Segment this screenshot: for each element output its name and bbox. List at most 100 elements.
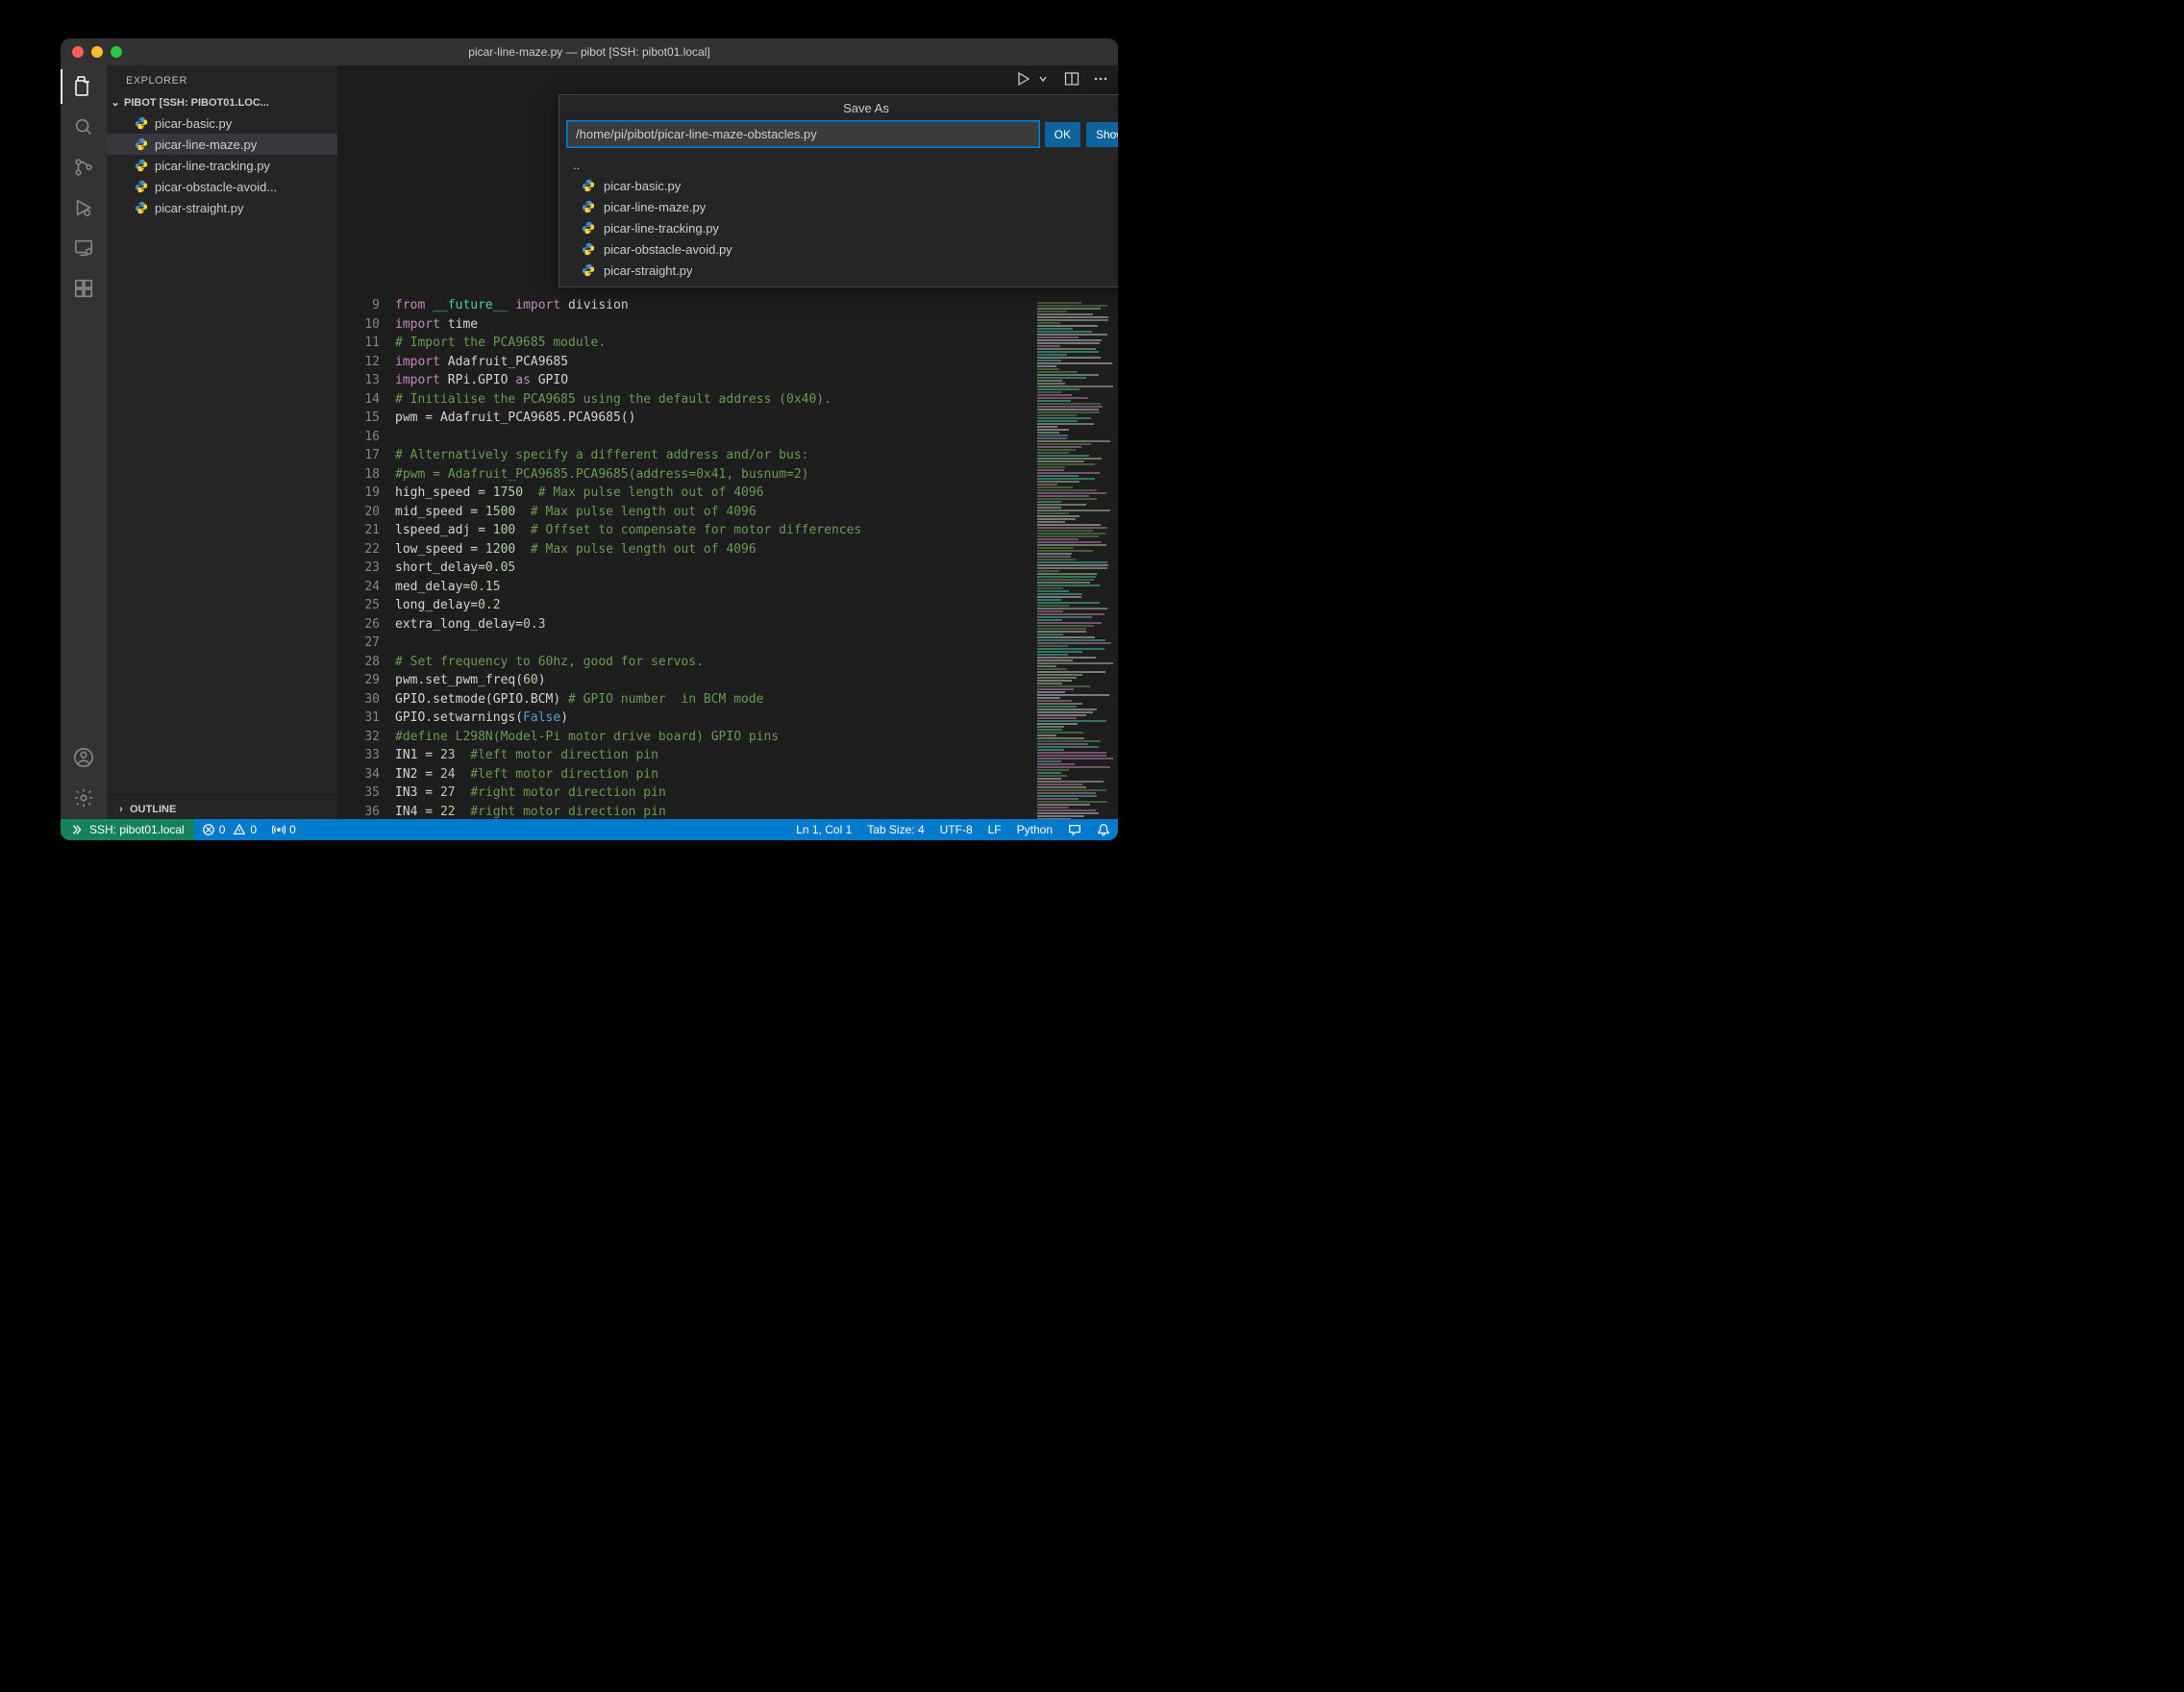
- feedback-icon[interactable]: [1060, 823, 1089, 836]
- file-list: picar-basic.py picar-line-maze.py picar-li…: [107, 112, 337, 218]
- python-file-icon: [134, 137, 149, 152]
- run-debug-icon[interactable]: [72, 196, 95, 219]
- language-mode[interactable]: Python: [1009, 823, 1060, 836]
- encoding[interactable]: UTF-8: [932, 823, 980, 836]
- save-as-dialog: Save As OK Show Local .. picar-basic.py p…: [558, 94, 1118, 287]
- minimize-window-button[interactable]: [91, 46, 103, 58]
- code-line: extra_long_delay=0.3: [395, 615, 1024, 634]
- save-as-show-local-button[interactable]: Show Local: [1086, 122, 1118, 147]
- error-icon: [202, 823, 215, 836]
- file-item[interactable]: picar-straight.py: [107, 197, 337, 218]
- window-controls: [61, 46, 122, 58]
- file-name-label: picar-line-tracking.py: [155, 159, 270, 173]
- python-file-icon: [581, 220, 596, 236]
- save-as-ok-button[interactable]: OK: [1045, 122, 1080, 147]
- editor-area: Save As OK Show Local .. picar-basic.py p…: [337, 65, 1118, 819]
- search-icon[interactable]: [72, 115, 95, 138]
- save-as-file-item[interactable]: picar-straight.py: [559, 260, 1118, 281]
- code-line: #define L298N(Model-Pi motor drive board…: [395, 728, 1024, 747]
- code-line: # Import the PCA9685 module.: [395, 334, 1024, 353]
- python-file-icon: [134, 115, 149, 131]
- code-line: IN4 = 22 #right motor direction pin: [395, 803, 1024, 820]
- problems-status[interactable]: 0 0: [194, 823, 264, 836]
- tab-size[interactable]: Tab Size: 4: [859, 823, 931, 836]
- save-as-file-item[interactable]: picar-basic.py: [559, 175, 1118, 196]
- explorer-icon[interactable]: [72, 75, 95, 98]
- code-line: med_delay=0.15: [395, 578, 1024, 597]
- code-line: # Alternatively specify a different addr…: [395, 446, 1024, 465]
- save-as-file-item[interactable]: picar-line-maze.py: [559, 196, 1118, 217]
- python-file-icon: [134, 179, 149, 194]
- sidebar-title: EXPLORER: [107, 65, 337, 92]
- titlebar: picar-line-maze.py — pibot [SSH: pibot01…: [61, 38, 1118, 65]
- save-as-file-item[interactable]: picar-line-tracking.py: [559, 217, 1118, 238]
- source-control-icon[interactable]: [72, 156, 95, 179]
- code-line: low_speed = 1200 # Max pulse length out …: [395, 540, 1024, 560]
- save-as-title: Save As: [559, 95, 1118, 121]
- remote-ssh-status[interactable]: SSH: pibot01.local: [61, 819, 194, 840]
- file-item[interactable]: picar-line-tracking.py: [107, 155, 337, 176]
- python-file-icon: [134, 158, 149, 173]
- save-as-file-name: picar-basic.py: [604, 179, 681, 193]
- save-as-file-name: picar-line-maze.py: [604, 200, 706, 214]
- save-as-file-name: picar-straight.py: [604, 263, 692, 278]
- code-line: #pwm = Adafruit_PCA9685.PCA9685(address=…: [395, 465, 1024, 485]
- run-dropdown-icon[interactable]: [1035, 71, 1051, 87]
- python-file-icon: [581, 241, 596, 257]
- code-line: [395, 428, 1024, 447]
- code-line: [395, 634, 1024, 653]
- antenna-icon: [272, 823, 285, 836]
- save-as-file-list: .. picar-basic.py picar-line-maze.py picar…: [559, 153, 1118, 286]
- run-button-icon[interactable]: [1016, 71, 1031, 87]
- file-name-label: picar-straight.py: [155, 201, 243, 215]
- activity-bar: [61, 65, 107, 819]
- settings-gear-icon[interactable]: [72, 786, 95, 809]
- extensions-icon[interactable]: [72, 277, 95, 300]
- python-file-icon: [581, 262, 596, 278]
- file-item[interactable]: picar-basic.py: [107, 112, 337, 134]
- outline-label: OUTLINE: [130, 804, 176, 815]
- folder-name: PIBOT [SSH: PIBOT01.LOC...: [124, 97, 269, 109]
- line-gutter: 9 10 11 12 13 14 15 16 17 18 19 20 21 22…: [337, 296, 395, 819]
- folder-section-header[interactable]: ⌄ PIBOT [SSH: PIBOT01.LOC...: [107, 92, 337, 112]
- file-item[interactable]: picar-line-maze.py: [107, 134, 337, 155]
- code-line: long_delay=0.2: [395, 596, 1024, 615]
- ports-status[interactable]: 0: [264, 823, 304, 836]
- file-item[interactable]: picar-obstacle-avoid...: [107, 176, 337, 197]
- code-line: short_delay=0.05: [395, 559, 1024, 578]
- split-editor-icon[interactable]: [1064, 71, 1080, 87]
- code-line: IN2 = 24 #left motor direction pin: [395, 765, 1024, 784]
- notifications-icon[interactable]: [1089, 823, 1118, 836]
- code-line: high_speed = 1750 # Max pulse length out…: [395, 484, 1024, 503]
- code-line: IN1 = 23 #left motor direction pin: [395, 746, 1024, 765]
- code-line: import time: [395, 315, 1024, 335]
- status-bar: SSH: pibot01.local 0 0 0 Ln 1, Col 1 Tab…: [61, 819, 1118, 840]
- more-actions-icon[interactable]: [1093, 71, 1108, 87]
- cursor-position[interactable]: Ln 1, Col 1: [788, 823, 859, 836]
- python-file-icon: [581, 178, 596, 193]
- python-file-icon: [581, 199, 596, 214]
- save-as-path-input[interactable]: [567, 121, 1039, 147]
- chevron-down-icon: ⌄: [111, 96, 120, 109]
- file-name-label: picar-obstacle-avoid...: [155, 180, 277, 194]
- window-title: picar-line-maze.py — pibot [SSH: pibot01…: [61, 45, 1118, 59]
- editor-actions: [1016, 71, 1108, 87]
- maximize-window-button[interactable]: [111, 46, 122, 58]
- file-name-label: picar-basic.py: [155, 116, 232, 131]
- save-as-parent-dir[interactable]: ..: [559, 155, 1118, 175]
- code-line: from __future__ import division: [395, 296, 1024, 315]
- remote-icon: [70, 823, 84, 836]
- remote-explorer-icon[interactable]: [72, 236, 95, 260]
- save-as-file-item[interactable]: picar-obstacle-avoid.py: [559, 238, 1118, 260]
- eol[interactable]: LF: [980, 823, 1009, 836]
- code-content[interactable]: from __future__ import divisionimport ti…: [395, 296, 1033, 819]
- close-window-button[interactable]: [72, 46, 84, 58]
- code-line: import RPi.GPIO as GPIO: [395, 371, 1024, 390]
- outline-section-header[interactable]: › OUTLINE: [107, 799, 337, 819]
- accounts-icon[interactable]: [72, 746, 95, 769]
- parent-dir-label: ..: [573, 158, 580, 172]
- remote-ssh-label: SSH: pibot01.local: [89, 823, 185, 836]
- save-as-file-name: picar-obstacle-avoid.py: [604, 242, 732, 257]
- python-file-icon: [134, 200, 149, 215]
- minimap[interactable]: [1033, 296, 1118, 819]
